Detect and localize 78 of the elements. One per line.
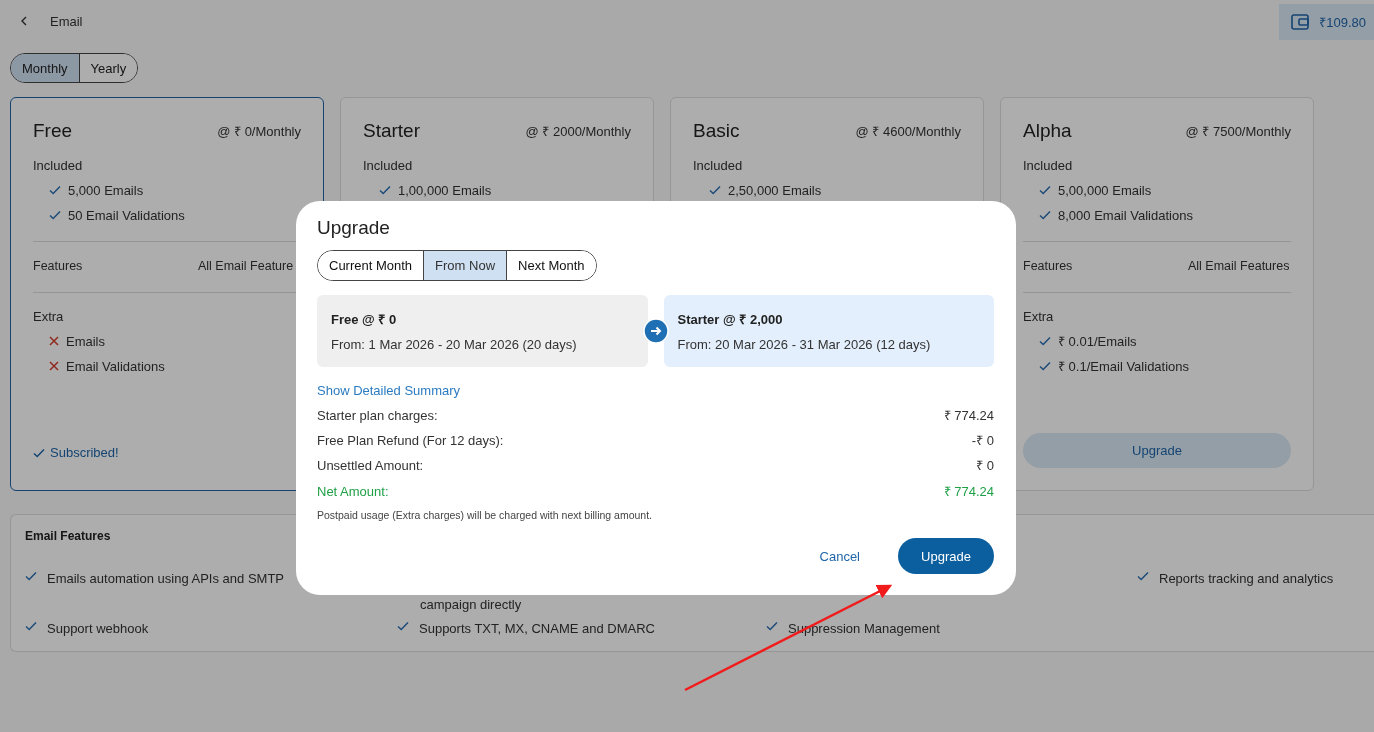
included-item: 5,000 Emails [68,182,144,198]
summary-link[interactable]: Show Detailed Summary [317,383,461,398]
period-range: From: 20 Mar 2026 - 31 Mar 2026 (12 days) [677,337,932,352]
section-label: Extra [1023,309,1055,324]
summary-value: ₹ 774.24 [943,484,994,500]
check-icon [1039,361,1051,371]
extra-item: ₹ 0.01/Emails [1058,333,1137,350]
plan-price: @ ₹ 0/Monthly [217,123,301,140]
check-icon [766,621,778,631]
section-label: Included [1023,158,1074,173]
check-icon [33,447,45,458]
plan-price: @ ₹ 4600/Monthly [855,123,961,140]
check-icon [1039,336,1051,346]
page-title: Email [50,13,83,29]
summary-label: Unsettled Amount: [317,458,424,474]
period-tab[interactable]: Next Month [506,251,596,280]
wallet-icon [1291,14,1310,30]
close-icon [49,336,59,346]
summary-value: ₹ 774.24 [943,408,994,424]
check-icon [25,621,37,631]
check-icon [49,210,61,220]
check-icon [709,185,721,195]
summary-label: Net Amount: [317,484,389,500]
subscribed-status: Subscribed! [50,445,119,460]
check-icon [1039,185,1051,195]
period-plan: Free @ ₹ 0 [331,311,398,328]
included-item: 1,00,000 Emails [398,182,492,198]
check-icon [25,571,37,581]
billing-tab[interactable]: Monthly [11,54,79,82]
features-value: All Email Feature [198,258,295,274]
section-label: Included [693,158,744,173]
plan-name: Free [33,120,73,142]
feature-item: Support webhook [47,621,149,637]
check-icon [1039,210,1051,220]
included-item: 2,50,000 Emails [728,182,822,198]
check-icon [397,621,409,631]
check-icon [379,185,391,195]
summary-value: ₹ 0 [976,458,994,474]
section-label: Included [33,158,84,173]
check-icon [49,185,61,195]
plan-name: Basic [693,120,740,142]
summary-label: Starter plan charges: [317,408,438,424]
period-plan: Starter @ ₹ 2,000 [677,311,784,328]
included-item: 50 Email Validations [68,207,185,223]
feature-item: Reports tracking and analytics [1159,571,1334,587]
dialog-title: Upgrade [317,217,391,239]
section-label: Features [33,258,84,274]
billing-tab[interactable]: Yearly [78,54,138,82]
plan-name: Starter [363,120,421,142]
summary-value: -₹ 0 [971,433,994,449]
features-title: Email Features [25,529,112,543]
wallet-balance[interactable]: ₹109.80 [1279,4,1374,40]
plan-price: @ ₹ 7500/Monthly [1185,123,1291,140]
arrow-right-icon [642,318,669,344]
check-icon [1137,571,1149,581]
billing-note: Postpaid usage (Extra charges) will be charged with next billing amount. [317,509,653,521]
feature-item: Supports TXT, MX, CNAME and DMARC [419,621,655,637]
section-label: Features [1023,258,1074,274]
features-value: All Email Features [1188,258,1291,274]
cancel-button[interactable]: Cancel [813,547,866,565]
extra-item: ₹ 0.1/Email Validations [1058,358,1190,375]
plan-price: @ ₹ 2000/Monthly [525,123,631,140]
close-icon [49,361,59,371]
section-label: Extra [33,309,65,324]
upgrade-button[interactable]: Upgrade [898,538,994,574]
included-item: 8,000 Email Validations [1058,207,1193,223]
summary-label: Free Plan Refund (For 12 days): [317,433,504,449]
plan-name: Alpha [1023,120,1072,142]
section-label: Included [363,158,414,173]
period-tab[interactable]: From Now [423,251,507,280]
period-range: From: 1 Mar 2026 - 20 Mar 2026 (20 days) [331,337,578,352]
extra-item: Email Validations [66,358,165,374]
feature-item: Emails automation using APIs and SMTP [47,571,284,587]
feature-item: campaign directly [419,597,522,613]
included-item: 5,00,000 Emails [1058,182,1152,198]
extra-item: Emails [66,333,105,349]
upgrade-button[interactable]: Upgrade [1023,433,1291,468]
back-icon[interactable] [20,16,28,26]
